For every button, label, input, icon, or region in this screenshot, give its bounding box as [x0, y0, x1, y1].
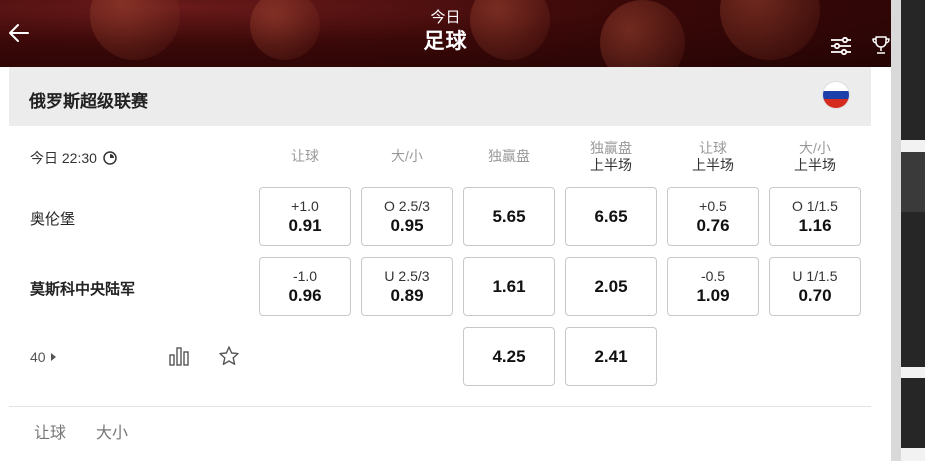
odds-button-home-1x2-first-half[interactable]: 6.65 [565, 187, 657, 246]
league-name: 俄罗斯超级联赛 [29, 92, 148, 111]
sliders-icon[interactable] [830, 36, 852, 56]
side-panel-block [901, 212, 925, 367]
column-header: 让球 上半场 [692, 140, 734, 173]
odds-button-away-handicap-first-half[interactable]: -0.5 1.09 [667, 257, 759, 316]
odds-button-away-1x2-first-half[interactable]: 2.05 [565, 257, 657, 316]
clock-icon [103, 151, 117, 165]
odds-button-home-handicap[interactable]: +1.0 0.91 [259, 187, 351, 246]
header-subtitle: 今日 [430, 9, 461, 26]
odds-button-away-over-under-first-half[interactable]: U 1/1.5 0.70 [769, 257, 861, 316]
trophy-icon[interactable] [872, 35, 890, 55]
bar-chart-icon[interactable] [168, 345, 190, 367]
column-header: 独赢盘 上半场 [590, 140, 632, 173]
tab-handicap[interactable]: 让球 [34, 419, 66, 443]
match-time: 今日 22:30 [30, 150, 97, 166]
tab-over-under[interactable]: 大小 [96, 419, 128, 443]
divider [9, 406, 871, 407]
side-panel-block [901, 0, 925, 140]
home-team: 奥伦堡 [30, 211, 76, 228]
more-markets-count: 40 [30, 349, 46, 365]
column-header: 大/小 [391, 148, 423, 164]
odds-button-draw-first-half[interactable]: 2.41 [565, 327, 657, 386]
away-team: 莫斯科中央陆军 [30, 281, 136, 298]
column-header: 大/小 上半场 [794, 140, 836, 173]
header-titles: 今日 足球 [0, 8, 891, 56]
side-panel-block [901, 152, 925, 212]
match-time-row: 今日 22:30 [30, 148, 117, 168]
column-header: 让球 [291, 148, 319, 164]
scrollbar[interactable] [891, 0, 901, 461]
odds-button-home-1x2[interactable]: 5.65 [463, 187, 555, 246]
odds-button-away-over-under[interactable]: U 2.5/3 0.89 [361, 257, 453, 316]
odds-button-away-1x2[interactable]: 1.61 [463, 257, 555, 316]
side-panel-block [901, 378, 925, 448]
odds-button-home-handicap-first-half[interactable]: +0.5 0.76 [667, 187, 759, 246]
odds-button-away-handicap[interactable]: -1.0 0.96 [259, 257, 351, 316]
more-markets-link[interactable]: 40 [30, 349, 57, 365]
league-header[interactable]: 俄罗斯超级联赛 [9, 67, 871, 126]
column-header: 独赢盘 [488, 148, 530, 164]
odds-button-home-over-under-first-half[interactable]: O 1/1.5 1.16 [769, 187, 861, 246]
russia-flag-icon [822, 81, 850, 109]
page-title: 足球 [423, 30, 468, 53]
caret-right-icon [50, 353, 56, 361]
odds-button-draw[interactable]: 4.25 [463, 327, 555, 386]
star-icon[interactable] [218, 345, 240, 367]
page-header: 今日 足球 [0, 0, 891, 67]
odds-button-home-over-under[interactable]: O 2.5/3 0.95 [361, 187, 453, 246]
